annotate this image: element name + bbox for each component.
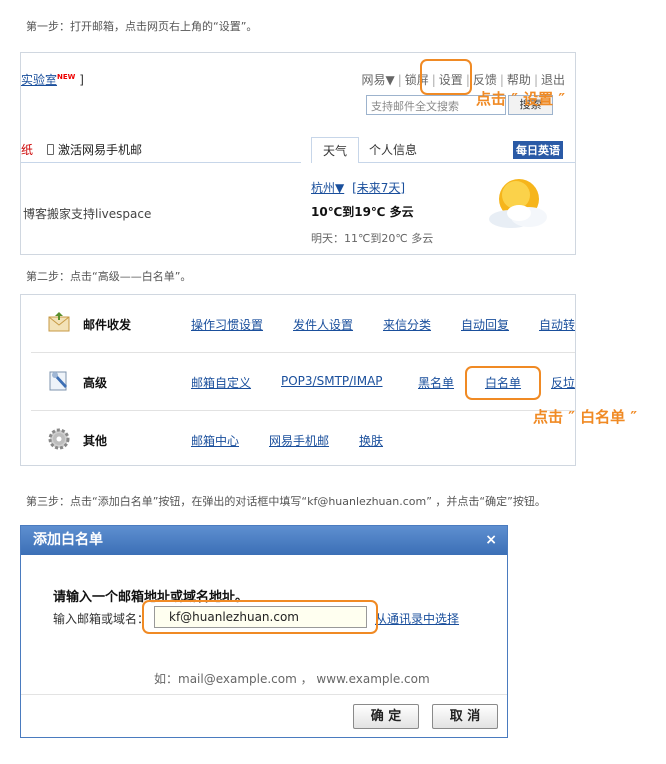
link-mailbox-center[interactable]: 邮箱中心 xyxy=(191,432,239,449)
nav-netease[interactable]: 网易▼ xyxy=(361,73,394,87)
link-auto-forward[interactable]: 自动转 xyxy=(539,316,575,333)
mail-header-screenshot: 实验室NEW ] 网易▼ | 锁屏 | 设置 | 反馈 | 帮助 | 退出 支持邮件全文搜索 搜索 … xyxy=(20,52,576,255)
ok-button[interactable]: 确 定 xyxy=(353,704,419,729)
tab-underline xyxy=(359,162,575,163)
link-skin[interactable]: 换肤 xyxy=(359,432,383,449)
settings-highlight xyxy=(420,59,472,95)
city-select[interactable]: 杭州▼ xyxy=(311,181,344,195)
mail-send-icon xyxy=(48,312,70,332)
email-domain-label: 输入邮箱或域名： xyxy=(53,612,150,626)
temperature-tomorrow: 明天：11℃到20℃ 多云 xyxy=(311,232,434,245)
row-title-mail: 邮件收发 xyxy=(83,318,132,332)
whitelist-highlight xyxy=(465,366,541,400)
nav-help[interactable]: 帮助 xyxy=(507,73,531,87)
row-title-other: 其他 xyxy=(83,434,108,448)
activate-phone-mail-link[interactable]: 激活网易手机邮 xyxy=(47,141,142,158)
new-badge: NEW xyxy=(57,73,76,81)
step2-caption: 第二步：点击“高级——白名单”。 xyxy=(26,270,192,283)
phone-icon xyxy=(47,144,54,155)
close-icon[interactable]: × xyxy=(485,526,497,555)
link-auto-reply[interactable]: 自动回复 xyxy=(461,316,509,333)
daily-english-badge[interactable]: 每日英语 xyxy=(513,141,563,159)
dialog-title: 添加白名单 xyxy=(21,526,507,555)
input-highlight xyxy=(142,600,378,634)
link-blacklist[interactable]: 黑名单 xyxy=(418,374,454,391)
weather-city: 杭州▼ [未来7天] xyxy=(311,179,405,196)
settings-callout: 点击 ″ 设置 ″ xyxy=(476,90,566,108)
blog-notice[interactable]: 博客搬家支持livespace xyxy=(23,205,151,222)
advanced-tools-icon xyxy=(49,371,67,391)
sun-cloud-icon xyxy=(489,179,547,228)
settings-row-mail: 邮件收发 操作习惯设置 发件人设置 来信分类 自动回复 自动转 xyxy=(21,295,575,352)
dialog-footer: 确 定 取 消 xyxy=(21,694,507,737)
nav-feedback[interactable]: 反馈 xyxy=(473,73,497,87)
lab-link-label: 实验室 xyxy=(21,73,58,87)
link-mail-filter[interactable]: 来信分类 xyxy=(383,316,431,333)
lab-link[interactable]: 实验室NEW ] xyxy=(21,71,84,88)
settings-row-other: 其他 邮箱中心 网易手机邮 换肤 xyxy=(21,411,575,465)
temperature-today: 10℃到19℃ 多云 xyxy=(311,205,414,219)
phone-link-label: 激活网易手机邮 xyxy=(58,143,143,157)
row-title-advanced: 高级 xyxy=(83,376,108,390)
example-hint: 如：mail@example.com ， www.example.com xyxy=(154,672,430,686)
link-mailbox-custom[interactable]: 邮箱自定义 xyxy=(191,374,251,391)
tab-personal-info[interactable]: 个人信息 xyxy=(369,141,417,158)
tab-weather[interactable]: 天气 xyxy=(311,137,359,163)
nav-logout[interactable]: 退出 xyxy=(541,73,565,87)
cancel-button[interactable]: 取 消 xyxy=(432,704,498,729)
choose-from-contacts-link[interactable]: 从通讯录中选择 xyxy=(375,610,459,627)
step3-caption: 第三步：点击“添加白名单”按钮，在弹出的对话框中填写“kf@huanlezhua… xyxy=(26,495,546,508)
step1-caption: 第一步：打开邮箱，点击网页右上角的“设置”。 xyxy=(26,20,258,33)
gear-icon xyxy=(48,428,70,450)
link-phone-mail[interactable]: 网易手机邮 xyxy=(269,432,329,449)
forecast-link[interactable]: [未来7天] xyxy=(352,181,405,195)
red-link-fragment[interactable]: 纸 xyxy=(21,141,33,158)
link-operation-habits[interactable]: 操作习惯设置 xyxy=(191,316,263,333)
link-pop3-smtp-imap[interactable]: POP3/SMTP/IMAP xyxy=(281,374,383,388)
link-sender-settings[interactable]: 发件人设置 xyxy=(293,316,353,333)
link-anti-spam[interactable]: 反垃 xyxy=(551,374,575,391)
lab-bracket: ] xyxy=(79,73,84,87)
whitelist-callout: 点击 ″ 白名单 ″ xyxy=(533,408,638,426)
